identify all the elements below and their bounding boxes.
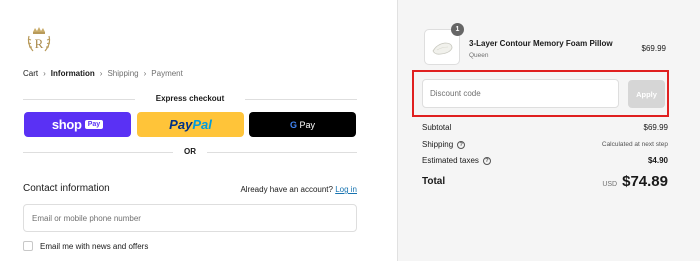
product-name: 3-Layer Contour Memory Foam Pillow xyxy=(469,39,613,48)
express-checkout-header: Express checkout xyxy=(23,94,357,104)
apply-discount-button[interactable]: Apply xyxy=(628,80,665,108)
newsletter-label[interactable]: Email me with news and offers xyxy=(40,242,148,251)
log-in-link[interactable]: Log in xyxy=(335,185,357,194)
discount-code-input[interactable] xyxy=(422,79,619,108)
breadcrumb: Cart › Information › Shipping › Payment xyxy=(23,69,183,78)
help-icon[interactable]: ? xyxy=(457,140,466,149)
google-pay-logo: G Pay xyxy=(289,119,316,130)
breadcrumb-shipping: Shipping xyxy=(107,69,139,78)
express-checkout-label: Express checkout xyxy=(149,94,231,103)
paypal-logo: PayPal xyxy=(169,117,212,132)
account-prompt: Already have an account? Log in xyxy=(240,185,357,194)
subtotal-row: Subtotal $69.99 xyxy=(422,123,668,132)
total-label: Total xyxy=(422,176,446,187)
quantity-badge: 1 xyxy=(451,23,464,36)
shop-pay-badge: Pay xyxy=(84,120,104,129)
svg-text:R: R xyxy=(35,36,44,51)
breadcrumb-information: Information xyxy=(50,69,95,78)
product-variant: Queen xyxy=(469,52,489,59)
google-pay-button[interactable]: G Pay xyxy=(249,112,356,137)
shop-pay-button[interactable]: shop Pay xyxy=(24,112,131,137)
total-row: Total USD $74.89 xyxy=(422,173,668,190)
email-field[interactable] xyxy=(23,204,357,232)
chevron-right-icon: › xyxy=(99,69,103,78)
shipping-row: Shipping? Calculated at next step xyxy=(422,140,668,149)
logo-crest-icon[interactable]: R xyxy=(23,24,55,56)
shipping-value: Calculated at next step xyxy=(601,141,668,148)
chevron-right-icon: › xyxy=(143,69,147,78)
newsletter-checkbox[interactable] xyxy=(23,241,33,251)
or-label: OR xyxy=(178,147,202,156)
breadcrumb-cart[interactable]: Cart xyxy=(23,69,38,78)
checkout-main: R Cart › Information › Shipping › Paymen… xyxy=(0,0,397,261)
subtotal-label: Subtotal xyxy=(422,123,452,132)
chevron-right-icon: › xyxy=(43,69,46,78)
order-summary: 1 3-Layer Contour Memory Foam Pillow Que… xyxy=(397,0,700,261)
subtotal-value: $69.99 xyxy=(643,123,668,132)
product-price: $69.99 xyxy=(641,44,666,53)
contact-information-heading: Contact information xyxy=(23,183,110,194)
help-icon[interactable]: ? xyxy=(482,156,491,165)
or-divider: OR xyxy=(23,146,357,158)
currency-code: USD xyxy=(602,181,618,188)
newsletter-row: Email me with news and offers xyxy=(23,241,148,251)
shop-pay-logo: shop xyxy=(51,117,82,132)
taxes-row: Estimated taxes? $4.90 xyxy=(422,156,668,165)
taxes-label: Estimated taxes xyxy=(422,156,479,165)
breadcrumb-payment: Payment xyxy=(151,69,183,78)
shipping-label: Shipping xyxy=(422,140,454,149)
taxes-value: $4.90 xyxy=(647,156,668,165)
total-amount: $74.89 xyxy=(622,173,668,190)
paypal-button[interactable]: PayPal xyxy=(137,112,244,137)
